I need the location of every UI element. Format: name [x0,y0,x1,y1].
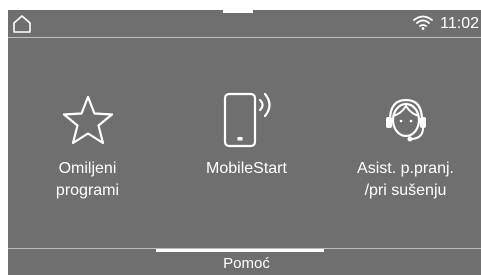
headset-assistant-icon [379,88,433,148]
wifi-icon [413,14,434,35]
display-screen: 11:02 Omiljeni programi MobileStart Asis… [8,10,481,275]
tile-grid: Omiljeni programi MobileStart Asist. p.p… [8,38,481,248]
favorite-programs-tile[interactable]: Omiljeni programi [8,38,167,248]
assistant-tile[interactable]: Asist. p.pranj. /pri sušenju [326,38,481,248]
mobilestart-tile[interactable]: MobileStart [167,38,326,248]
top-drag-handle[interactable] [223,10,253,13]
tile-label: Omiljeni programi [55,160,120,199]
status-bar: 11:02 [8,10,481,38]
bottom-bar[interactable]: Pomoć [8,248,481,275]
clock: 11:02 [440,15,479,32]
star-icon [61,88,115,148]
tile-label: Asist. p.pranj. /pri sušenju [357,160,454,199]
bottom-drag-handle[interactable] [156,249,324,252]
status-right: 11:02 [413,13,479,35]
tile-label: MobileStart [206,160,287,177]
help-label[interactable]: Pomoć [8,254,481,274]
mobile-start-icon [215,88,279,148]
home-icon[interactable] [12,14,32,34]
